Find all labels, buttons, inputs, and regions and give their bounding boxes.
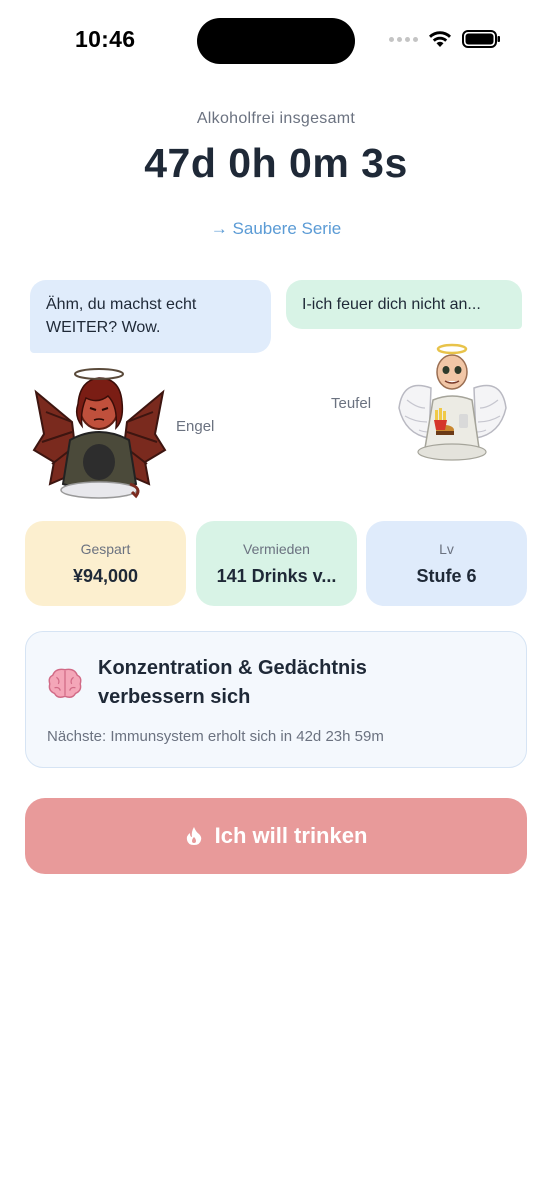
clean-streak-link[interactable]: → Saubere Serie	[0, 219, 552, 239]
angel-character-image	[398, 343, 507, 461]
status-icons	[389, 29, 502, 49]
devil-character-image	[32, 368, 167, 499]
status-time: 10:46	[75, 26, 136, 52]
signal-icon	[389, 36, 418, 42]
devil-label: Engel	[176, 418, 215, 435]
stat-card-saved[interactable]: Gespart ¥94,000	[25, 521, 186, 606]
angel-speech-bubble: I-ich feuer dich nicht an...	[286, 280, 522, 329]
devil-speech-bubble: Ähm, du machst echt WEITER? Wow.	[30, 280, 271, 353]
flame-icon	[186, 827, 201, 845]
total-time: 47d 0h 0m 3s	[144, 140, 408, 186]
stat-label: Lv	[439, 541, 454, 557]
stat-value: ¥94,000	[72, 566, 139, 586]
battery-icon	[462, 30, 500, 48]
status-bar: 10:46	[0, 0, 552, 82]
stat-value: 141 Drinks v...	[216, 566, 337, 586]
milestone-next: Nächste: Immunsystem erholt sich in 42d …	[47, 728, 384, 745]
dynamic-island	[197, 18, 355, 64]
health-milestone-card[interactable]: Konzentration & Gedächtnis verbessern si…	[25, 631, 527, 768]
want-to-drink-label: Ich will trinken	[214, 823, 368, 848]
milestone-title: Konzentration & Gedächtnis verbessern si…	[98, 657, 367, 708]
stat-value: Stufe 6	[416, 566, 477, 586]
stat-label: Gespart	[80, 541, 131, 557]
stat-label: Vermieden	[243, 541, 310, 557]
want-to-drink-button[interactable]: Ich will trinken	[25, 798, 527, 874]
wifi-icon	[429, 31, 451, 47]
total-label: Alkoholfrei insgesamt	[196, 110, 356, 127]
brain-icon	[48, 668, 82, 698]
stat-card-avoided[interactable]: Vermieden 141 Drinks v...	[196, 521, 357, 606]
angel-label: Teufel	[331, 395, 372, 412]
stat-card-level[interactable]: Lv Stufe 6	[366, 521, 527, 606]
